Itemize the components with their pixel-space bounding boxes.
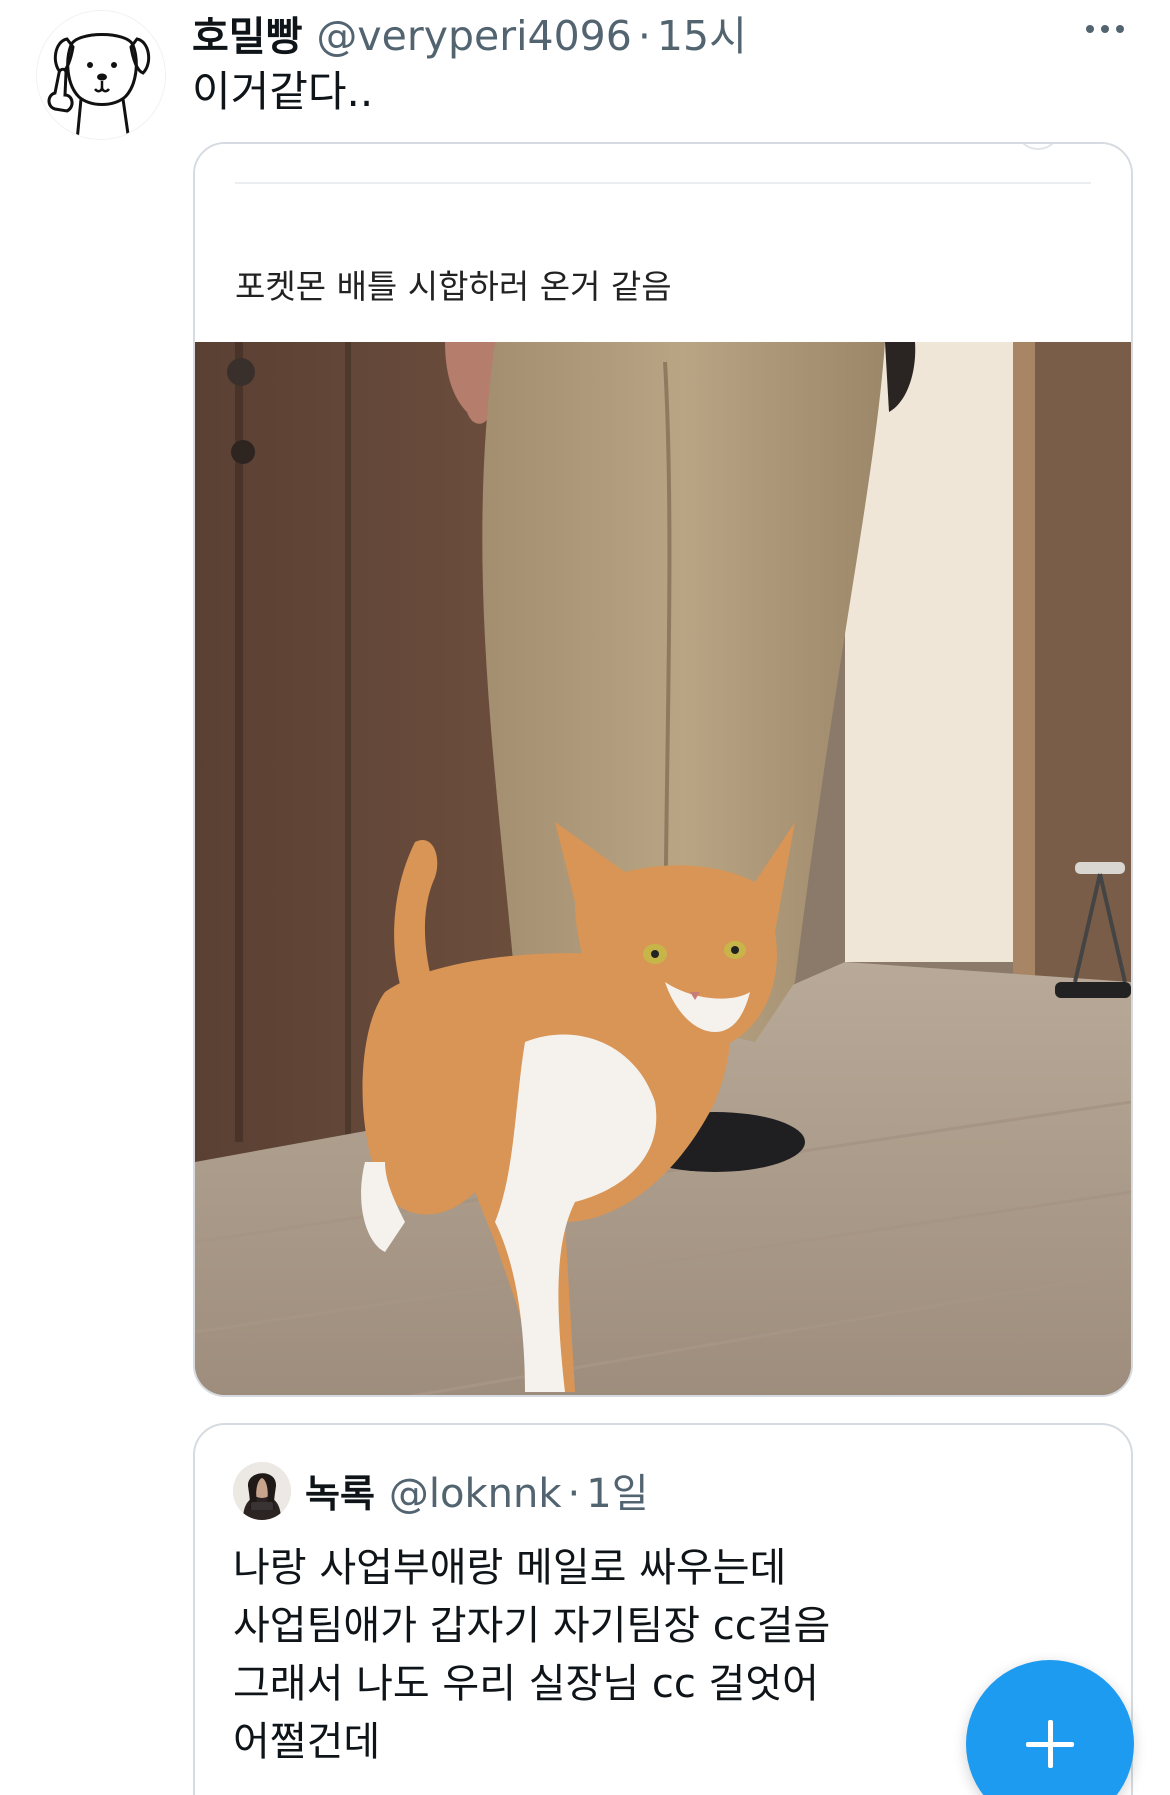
media-screenshot-header: 포켓몬 배틀 시합하러 온거 같음 <box>195 144 1131 342</box>
separator-dot: · <box>637 12 651 60</box>
quoted-text-line: 나랑 사업부애랑 메일로 싸우는데 <box>233 1545 787 1591</box>
circle-outline-icon <box>1015 144 1061 150</box>
more-dots-icon[interactable] <box>1082 14 1128 44</box>
divider <box>235 182 1091 184</box>
quoted-timestamp[interactable]: 1일 <box>586 1461 648 1519</box>
quoted-tweet-text: 나랑 사업부애랑 메일로 싸우는데 사업팀애가 갑자기 자기팀장 cc걸음 그래… <box>233 1539 830 1771</box>
media-caption: 포켓몬 배틀 시합하러 온거 같음 <box>235 267 672 306</box>
timestamp[interactable]: 15시 <box>657 2 747 62</box>
tweet-header: 호밀빵 @veryperi4096 · 15시 <box>192 2 747 60</box>
quoted-tweet-header: 녹록 @loknnk · 1일 <box>305 1461 649 1519</box>
quoted-display-name[interactable]: 녹록 <box>305 1463 375 1518</box>
tweet-text: 이거같다.. <box>192 67 374 116</box>
quoted-text-line: 어쩔건데 <box>233 1719 381 1765</box>
user-handle[interactable]: @veryperi4096 <box>316 12 631 60</box>
person-avatar-icon <box>233 1462 291 1520</box>
separator-dot: · <box>567 1471 581 1517</box>
plus-icon <box>1026 1720 1074 1768</box>
cat-and-legs-photo[interactable] <box>195 342 1131 1395</box>
quoted-text-line: 그래서 나도 우리 실장님 cc 걸엇어 <box>233 1661 819 1707</box>
photo-illustration <box>195 342 1131 1395</box>
compose-tweet-button[interactable] <box>966 1660 1134 1795</box>
display-name[interactable]: 호밀빵 <box>192 4 302 62</box>
quoted-user-avatar[interactable] <box>233 1462 291 1520</box>
quoted-text-line: 사업팀애가 갑자기 자기팀장 cc걸음 <box>233 1603 831 1649</box>
user-avatar[interactable] <box>36 10 166 140</box>
quoted-user-handle[interactable]: @loknnk <box>389 1471 562 1517</box>
dog-doodle-icon <box>37 11 165 139</box>
media-card[interactable]: 포켓몬 배틀 시합하러 온거 같음 <box>193 142 1133 1397</box>
